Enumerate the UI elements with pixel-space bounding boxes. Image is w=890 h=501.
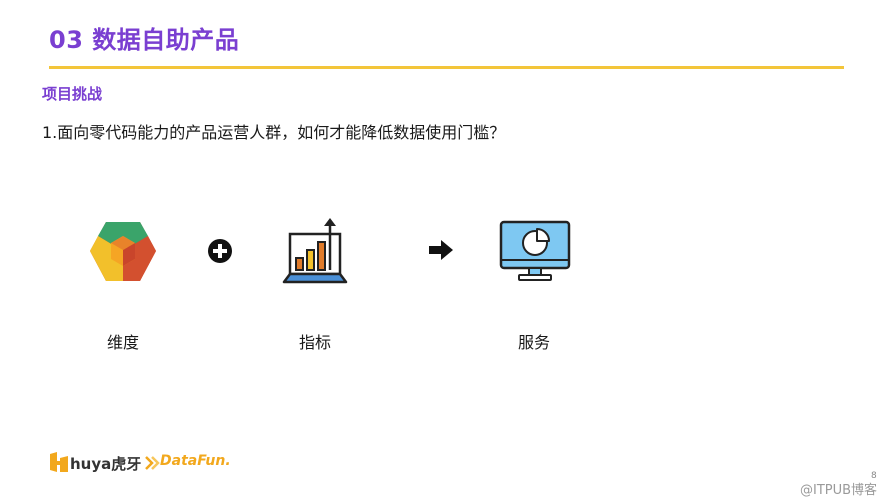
label-dimension: 维度 (106, 333, 140, 352)
page-title: 03 数据自助产品 (49, 26, 240, 54)
bar-chart-laptop-icon (282, 218, 348, 284)
section-heading: 项目挑战 (42, 85, 103, 103)
title-underline (49, 66, 844, 69)
label-metric: 指标 (298, 333, 332, 352)
datafun-logo-icon (145, 456, 160, 470)
slide: 03 数据自助产品 项目挑战 1.面向零代码能力的产品运营人群，如何才能降低数据… (0, 0, 890, 501)
datafun-logo-text: DataFun. (160, 453, 231, 469)
huya-logo-text: huya虎牙 (70, 455, 142, 473)
label-service: 服务 (517, 333, 551, 352)
arrow-right-icon (429, 240, 453, 260)
question-text: 1.面向零代码能力的产品运营人群，如何才能降低数据使用门槛？ (42, 123, 506, 142)
watermark: @ITPUB博客 (800, 483, 878, 498)
cube-icon (90, 222, 156, 281)
plus-icon (208, 239, 232, 263)
monitor-pie-chart-icon (499, 220, 571, 281)
huya-logo-icon (50, 452, 68, 472)
